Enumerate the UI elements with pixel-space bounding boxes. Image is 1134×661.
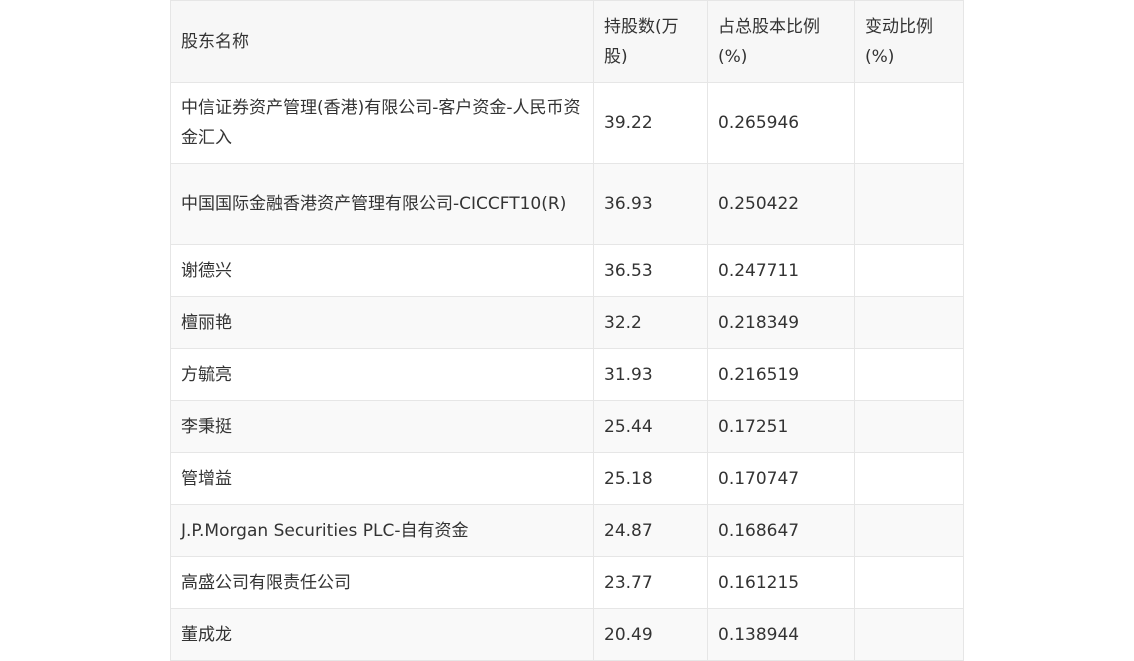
cell-shares-held: 25.18 (593, 452, 708, 505)
shareholder-table-container: 股东名称 持股数(万股) 占总股本比例(%) 变动比例(%) 中信证券资产管理(… (170, 0, 964, 661)
cell-share-ratio: 0.168647 (707, 504, 855, 557)
cell-change-ratio (854, 608, 964, 661)
cell-change-ratio (854, 296, 964, 349)
cell-shares-held: 39.22 (593, 82, 708, 164)
cell-shareholder-name: 管增益 (170, 452, 594, 505)
cell-share-ratio: 0.17251 (707, 400, 855, 453)
cell-share-ratio: 0.216519 (707, 348, 855, 401)
cell-share-ratio: 0.265946 (707, 82, 855, 164)
table-row: 中信证券资产管理(香港)有限公司-客户资金-人民币资金汇入 39.22 0.26… (170, 82, 964, 164)
cell-shares-held: 20.49 (593, 608, 708, 661)
table-row: 高盛公司有限责任公司 23.77 0.161215 (170, 556, 964, 609)
cell-share-ratio: 0.138944 (707, 608, 855, 661)
cell-change-ratio (854, 348, 964, 401)
cell-shareholder-name: 方毓亮 (170, 348, 594, 401)
cell-change-ratio (854, 244, 964, 297)
header-share-ratio: 占总股本比例(%) (707, 0, 855, 83)
cell-shares-held: 24.87 (593, 504, 708, 557)
cell-change-ratio (854, 163, 964, 245)
cell-share-ratio: 0.218349 (707, 296, 855, 349)
table-row: 管增益 25.18 0.170747 (170, 452, 964, 505)
table-row: 谢德兴 36.53 0.247711 (170, 244, 964, 297)
cell-shares-held: 25.44 (593, 400, 708, 453)
cell-share-ratio: 0.250422 (707, 163, 855, 245)
shareholder-table: 股东名称 持股数(万股) 占总股本比例(%) 变动比例(%) 中信证券资产管理(… (170, 0, 964, 661)
cell-shareholder-name: 中信证券资产管理(香港)有限公司-客户资金-人民币资金汇入 (170, 82, 594, 164)
cell-shareholder-name: 谢德兴 (170, 244, 594, 297)
table-row: J.P.Morgan Securities PLC-自有资金 24.87 0.1… (170, 504, 964, 557)
cell-shareholder-name: 董成龙 (170, 608, 594, 661)
cell-change-ratio (854, 556, 964, 609)
table-row: 中国国际金融香港资产管理有限公司-CICCFT10(R) 36.93 0.250… (170, 163, 964, 245)
table-row: 董成龙 20.49 0.138944 (170, 608, 964, 661)
cell-shareholder-name: J.P.Morgan Securities PLC-自有资金 (170, 504, 594, 557)
cell-shareholder-name: 檀丽艳 (170, 296, 594, 349)
cell-shareholder-name: 高盛公司有限责任公司 (170, 556, 594, 609)
cell-change-ratio (854, 82, 964, 164)
cell-shares-held: 23.77 (593, 556, 708, 609)
cell-change-ratio (854, 452, 964, 505)
table-header-row: 股东名称 持股数(万股) 占总股本比例(%) 变动比例(%) (170, 0, 964, 83)
cell-change-ratio (854, 400, 964, 453)
cell-shares-held: 31.93 (593, 348, 708, 401)
cell-shareholder-name: 李秉挺 (170, 400, 594, 453)
header-shares-held: 持股数(万股) (593, 0, 708, 83)
table-row: 檀丽艳 32.2 0.218349 (170, 296, 964, 349)
cell-shares-held: 36.53 (593, 244, 708, 297)
cell-shareholder-name: 中国国际金融香港资产管理有限公司-CICCFT10(R) (170, 163, 594, 245)
cell-share-ratio: 0.161215 (707, 556, 855, 609)
cell-shares-held: 36.93 (593, 163, 708, 245)
cell-share-ratio: 0.170747 (707, 452, 855, 505)
table-row: 方毓亮 31.93 0.216519 (170, 348, 964, 401)
header-change-ratio: 变动比例(%) (854, 0, 964, 83)
cell-share-ratio: 0.247711 (707, 244, 855, 297)
cell-change-ratio (854, 504, 964, 557)
header-shareholder-name: 股东名称 (170, 0, 594, 83)
table-row: 李秉挺 25.44 0.17251 (170, 400, 964, 453)
cell-shares-held: 32.2 (593, 296, 708, 349)
